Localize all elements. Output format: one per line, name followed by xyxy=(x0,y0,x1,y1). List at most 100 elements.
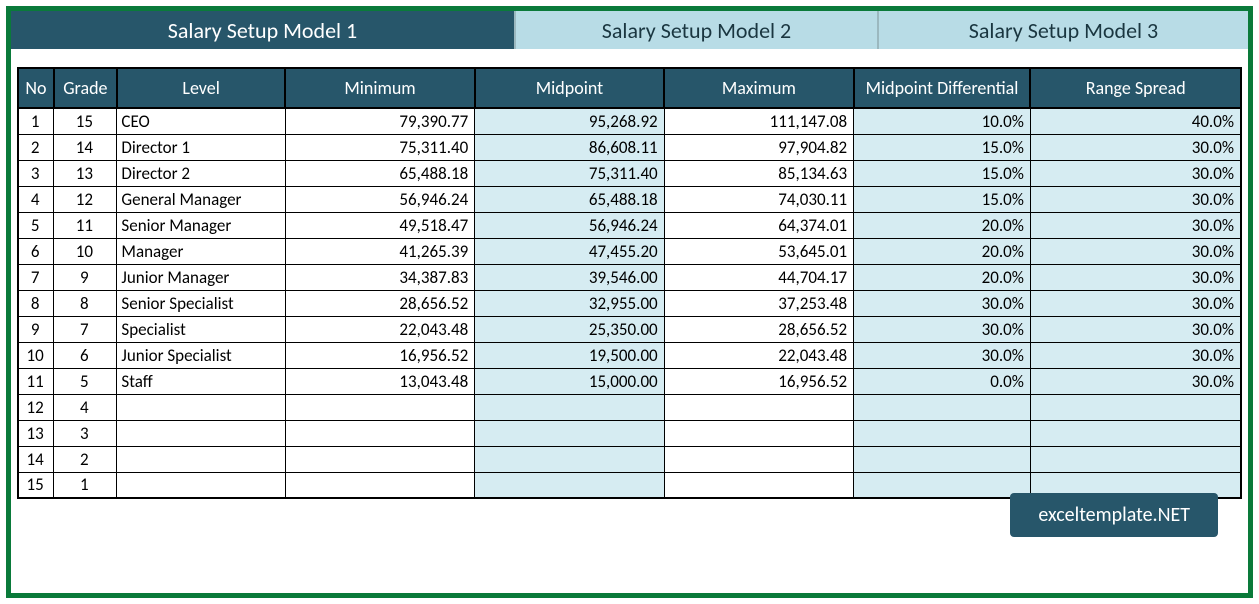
cell-midpoint-diff[interactable]: 15.0% xyxy=(854,186,1031,212)
cell-midpoint[interactable]: 65,488.18 xyxy=(475,186,664,212)
cell-midpoint[interactable]: 95,268.92 xyxy=(475,108,664,134)
cell-grade[interactable]: 14 xyxy=(54,134,117,160)
cell-midpoint[interactable]: 15,000.00 xyxy=(475,368,664,394)
cell-minimum[interactable] xyxy=(285,394,474,420)
cell-no[interactable]: 12 xyxy=(18,394,54,420)
cell-grade[interactable]: 5 xyxy=(54,368,117,394)
cell-range-spread[interactable]: 30.0% xyxy=(1030,368,1241,394)
cell-maximum[interactable] xyxy=(664,472,853,498)
cell-range-spread[interactable]: 30.0% xyxy=(1030,316,1241,342)
cell-no[interactable]: 15 xyxy=(18,472,54,498)
cell-midpoint[interactable] xyxy=(475,446,664,472)
cell-midpoint-diff[interactable]: 10.0% xyxy=(854,108,1031,134)
cell-maximum[interactable]: 16,956.52 xyxy=(664,368,853,394)
cell-midpoint[interactable] xyxy=(475,420,664,446)
cell-range-spread[interactable]: 30.0% xyxy=(1030,160,1241,186)
cell-minimum[interactable] xyxy=(285,472,474,498)
tab-model-3[interactable]: Salary Setup Model 3 xyxy=(879,11,1248,49)
cell-midpoint-diff[interactable]: 20.0% xyxy=(854,238,1031,264)
cell-minimum[interactable]: 28,656.52 xyxy=(285,290,474,316)
cell-level[interactable] xyxy=(117,472,285,498)
cell-grade[interactable]: 2 xyxy=(54,446,117,472)
cell-grade[interactable]: 7 xyxy=(54,316,117,342)
tab-model-1[interactable]: Salary Setup Model 1 xyxy=(11,11,516,49)
cell-midpoint[interactable]: 19,500.00 xyxy=(475,342,664,368)
cell-no[interactable]: 6 xyxy=(18,238,54,264)
cell-grade[interactable]: 12 xyxy=(54,186,117,212)
cell-grade[interactable]: 11 xyxy=(54,212,117,238)
cell-no[interactable]: 5 xyxy=(18,212,54,238)
cell-minimum[interactable]: 65,488.18 xyxy=(285,160,474,186)
cell-midpoint[interactable] xyxy=(475,394,664,420)
cell-level[interactable]: Specialist xyxy=(117,316,285,342)
cell-midpoint-diff[interactable]: 15.0% xyxy=(854,134,1031,160)
cell-no[interactable]: 14 xyxy=(18,446,54,472)
cell-minimum[interactable]: 34,387.83 xyxy=(285,264,474,290)
cell-no[interactable]: 10 xyxy=(18,342,54,368)
cell-minimum[interactable]: 13,043.48 xyxy=(285,368,474,394)
cell-grade[interactable]: 9 xyxy=(54,264,117,290)
cell-no[interactable]: 2 xyxy=(18,134,54,160)
cell-midpoint-diff[interactable]: 30.0% xyxy=(854,316,1031,342)
cell-maximum[interactable] xyxy=(664,394,853,420)
cell-no[interactable]: 1 xyxy=(18,108,54,134)
cell-range-spread[interactable]: 30.0% xyxy=(1030,238,1241,264)
cell-midpoint[interactable]: 75,311.40 xyxy=(475,160,664,186)
cell-level[interactable]: Director 1 xyxy=(117,134,285,160)
cell-maximum[interactable]: 44,704.17 xyxy=(664,264,853,290)
cell-level[interactable]: Director 2 xyxy=(117,160,285,186)
cell-level[interactable]: General Manager xyxy=(117,186,285,212)
cell-maximum[interactable]: 74,030.11 xyxy=(664,186,853,212)
cell-grade[interactable]: 6 xyxy=(54,342,117,368)
cell-midpoint[interactable]: 25,350.00 xyxy=(475,316,664,342)
cell-level[interactable] xyxy=(117,420,285,446)
cell-range-spread[interactable]: 30.0% xyxy=(1030,186,1241,212)
cell-maximum[interactable]: 37,253.48 xyxy=(664,290,853,316)
cell-range-spread[interactable] xyxy=(1030,420,1241,446)
cell-minimum[interactable]: 49,518.47 xyxy=(285,212,474,238)
cell-range-spread[interactable]: 30.0% xyxy=(1030,134,1241,160)
cell-minimum[interactable]: 75,311.40 xyxy=(285,134,474,160)
cell-no[interactable]: 4 xyxy=(18,186,54,212)
cell-level[interactable]: Staff xyxy=(117,368,285,394)
cell-midpoint-diff[interactable] xyxy=(854,472,1031,498)
cell-grade[interactable]: 1 xyxy=(54,472,117,498)
cell-midpoint-diff[interactable] xyxy=(854,420,1031,446)
cell-no[interactable]: 8 xyxy=(18,290,54,316)
cell-range-spread[interactable]: 30.0% xyxy=(1030,212,1241,238)
cell-maximum[interactable]: 111,147.08 xyxy=(664,108,853,134)
cell-level[interactable]: Senior Specialist xyxy=(117,290,285,316)
cell-no[interactable]: 11 xyxy=(18,368,54,394)
cell-minimum[interactable]: 41,265.39 xyxy=(285,238,474,264)
cell-level[interactable] xyxy=(117,394,285,420)
cell-level[interactable] xyxy=(117,446,285,472)
cell-maximum[interactable]: 28,656.52 xyxy=(664,316,853,342)
cell-midpoint-diff[interactable]: 30.0% xyxy=(854,342,1031,368)
cell-maximum[interactable]: 53,645.01 xyxy=(664,238,853,264)
cell-level[interactable]: Junior Manager xyxy=(117,264,285,290)
cell-level[interactable]: Junior Specialist xyxy=(117,342,285,368)
cell-minimum[interactable]: 16,956.52 xyxy=(285,342,474,368)
cell-minimum[interactable] xyxy=(285,446,474,472)
cell-grade[interactable]: 13 xyxy=(54,160,117,186)
cell-midpoint-diff[interactable]: 30.0% xyxy=(854,290,1031,316)
cell-midpoint[interactable]: 86,608.11 xyxy=(475,134,664,160)
cell-midpoint[interactable]: 47,455.20 xyxy=(475,238,664,264)
cell-grade[interactable]: 3 xyxy=(54,420,117,446)
cell-minimum[interactable]: 56,946.24 xyxy=(285,186,474,212)
cell-level[interactable]: CEO xyxy=(117,108,285,134)
cell-minimum[interactable]: 79,390.77 xyxy=(285,108,474,134)
cell-maximum[interactable]: 85,134.63 xyxy=(664,160,853,186)
cell-grade[interactable]: 4 xyxy=(54,394,117,420)
cell-midpoint-diff[interactable]: 20.0% xyxy=(854,264,1031,290)
cell-grade[interactable]: 8 xyxy=(54,290,117,316)
cell-no[interactable]: 7 xyxy=(18,264,54,290)
cell-midpoint[interactable]: 32,955.00 xyxy=(475,290,664,316)
cell-midpoint[interactable] xyxy=(475,472,664,498)
cell-range-spread[interactable]: 30.0% xyxy=(1030,342,1241,368)
cell-midpoint-diff[interactable]: 20.0% xyxy=(854,212,1031,238)
cell-no[interactable]: 13 xyxy=(18,420,54,446)
cell-grade[interactable]: 10 xyxy=(54,238,117,264)
cell-midpoint[interactable]: 39,546.00 xyxy=(475,264,664,290)
cell-minimum[interactable] xyxy=(285,420,474,446)
